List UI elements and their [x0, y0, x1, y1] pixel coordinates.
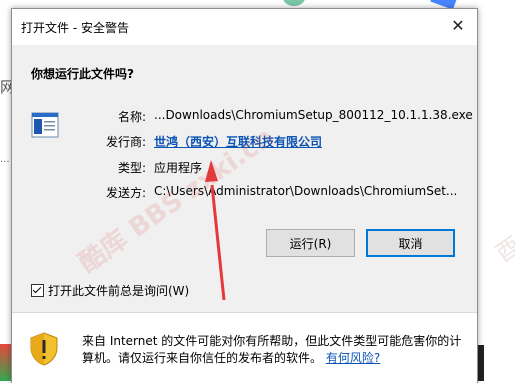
warning-message: 来自 Internet 的文件可能对你有所帮助，但此文件类型可能危害你的计算机。… — [82, 333, 462, 367]
file-name-value: ...Downloads\ChromiumSetup_800112_10.1.1… — [154, 108, 473, 122]
file-type-value: 应用程序 — [154, 161, 203, 175]
title-bar: 打开文件 - 安全警告 ✕ — [12, 9, 477, 45]
cancel-button[interactable]: 取消 — [366, 229, 455, 257]
shield-warning-icon — [30, 332, 58, 366]
from-path-value: C:\Users\Administrator\Downloads\Chromiu… — [154, 184, 458, 198]
always-ask-option[interactable]: 打开此文件前总是询问(W) — [31, 282, 189, 299]
publisher-label: 发行商: — [105, 135, 146, 149]
background-app-icon — [283, 0, 305, 6]
publisher-link[interactable]: 世鸿（西安）互联科技有限公司 — [154, 133, 322, 150]
from-label: 发送方: — [105, 186, 146, 200]
always-ask-label: 打开此文件前总是询问(W) — [48, 284, 190, 298]
watermark: 酉 — [490, 231, 515, 268]
what-is-the-risk-link[interactable]: 有何风险? — [326, 351, 380, 365]
close-icon[interactable]: ✕ — [447, 15, 469, 37]
warning-text: 来自 Internet 的文件可能对你有所帮助，但此文件类型可能危害你的计算机。… — [82, 334, 462, 365]
dialog-title: 打开文件 - 安全警告 — [21, 21, 129, 35]
type-label: 类型: — [117, 161, 146, 175]
question-heading: 你想运行此文件吗? — [31, 67, 134, 81]
security-warning-dialog: 打开文件 - 安全警告 ✕ 你想运行此文件吗? 名称: ...Downloads… — [11, 8, 478, 383]
warning-panel: 来自 Internet 的文件可能对你有所帮助，但此文件类型可能危害你的计算机。… — [12, 312, 477, 383]
always-ask-checkbox[interactable] — [31, 284, 44, 297]
background-text: ... — [0, 154, 10, 165]
run-button[interactable]: 运行(R) — [266, 229, 355, 257]
name-label: 名称: — [117, 110, 146, 124]
